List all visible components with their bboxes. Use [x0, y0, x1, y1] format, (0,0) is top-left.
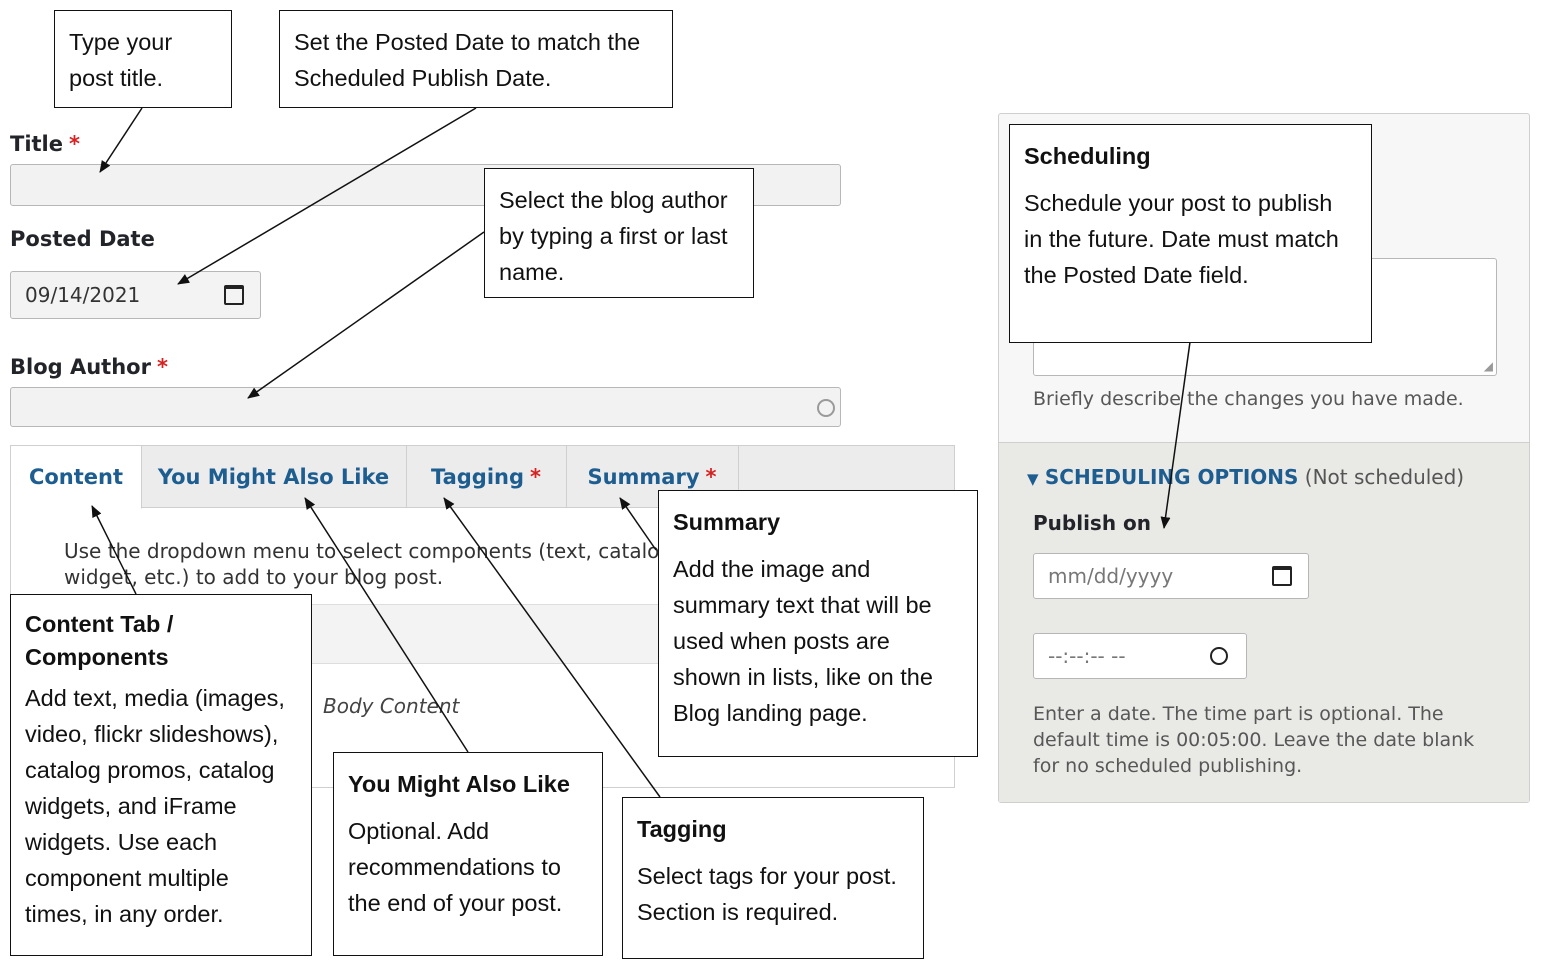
scheduling-help: Enter a date. The time part is optional.… [1033, 703, 1475, 777]
arrow-title [99, 107, 143, 173]
publish-time-input[interactable]: --:--:-- -- [1033, 633, 1247, 679]
posted-date-value: 09/14/2021 [25, 283, 141, 307]
required-mark: * [69, 132, 80, 156]
blog-author-label: Blog Author * [10, 355, 168, 379]
publish-date-input[interactable]: mm/dd/yyyy [1033, 553, 1309, 599]
calendar-icon[interactable] [1272, 566, 1292, 586]
publish-on-label: Publish on [1033, 511, 1152, 535]
callout-title: Type your post title. [54, 10, 232, 108]
scheduling-toggle[interactable]: ▼ SCHEDULING OPTIONS (Not scheduled) [1027, 465, 1464, 489]
required-mark: * [705, 465, 717, 489]
arrow-author [247, 231, 485, 399]
tab-content[interactable]: Content [11, 446, 142, 509]
blog-author-input[interactable] [10, 387, 841, 427]
scheduling-status: (Not scheduled) [1304, 465, 1465, 489]
posted-date-input[interactable]: 09/14/2021 [10, 271, 261, 319]
scheduling-section: ▼ SCHEDULING OPTIONS (Not scheduled) Pub… [999, 442, 1529, 802]
title-label: Title * [10, 132, 80, 156]
date-placeholder: mm/dd/yyyy [1048, 564, 1174, 588]
required-mark: * [156, 355, 168, 379]
calendar-icon[interactable] [224, 285, 244, 305]
callout-tagging: Tagging Select tags for your post. Secti… [622, 797, 924, 959]
callout-posted-date: Set the Posted Date to match the Schedul… [279, 10, 673, 108]
scheduling-header: SCHEDULING OPTIONS [1044, 465, 1299, 489]
tab-tagging[interactable]: Tagging * [406, 446, 567, 508]
callout-content-tab: Content Tab / Components Add text, media… [10, 594, 312, 956]
callout-summary: Summary Add the image and summary text t… [658, 490, 978, 757]
callout-ymal: You Might Also Like Optional. Add recomm… [333, 752, 603, 956]
posted-date-label: Posted Date [10, 227, 155, 251]
tab-you-might-also-like[interactable]: You Might Also Like [141, 446, 407, 508]
callout-author: Select the blog author by typing a first… [484, 168, 754, 298]
autocomplete-icon [817, 399, 835, 417]
body-content-label: Body Content [323, 694, 460, 718]
content-description: Use the dropdown menu to select componen… [64, 539, 673, 589]
callout-scheduling: Scheduling Schedule your post to publish… [1009, 124, 1372, 343]
required-mark: * [530, 465, 542, 489]
clock-icon[interactable] [1210, 647, 1228, 665]
revision-help: Briefly describe the changes you have ma… [1033, 388, 1464, 410]
resize-handle-icon[interactable]: ◢ [1484, 360, 1493, 372]
triangle-down-icon: ▼ [1027, 470, 1039, 488]
time-placeholder: --:--:-- -- [1048, 644, 1126, 668]
